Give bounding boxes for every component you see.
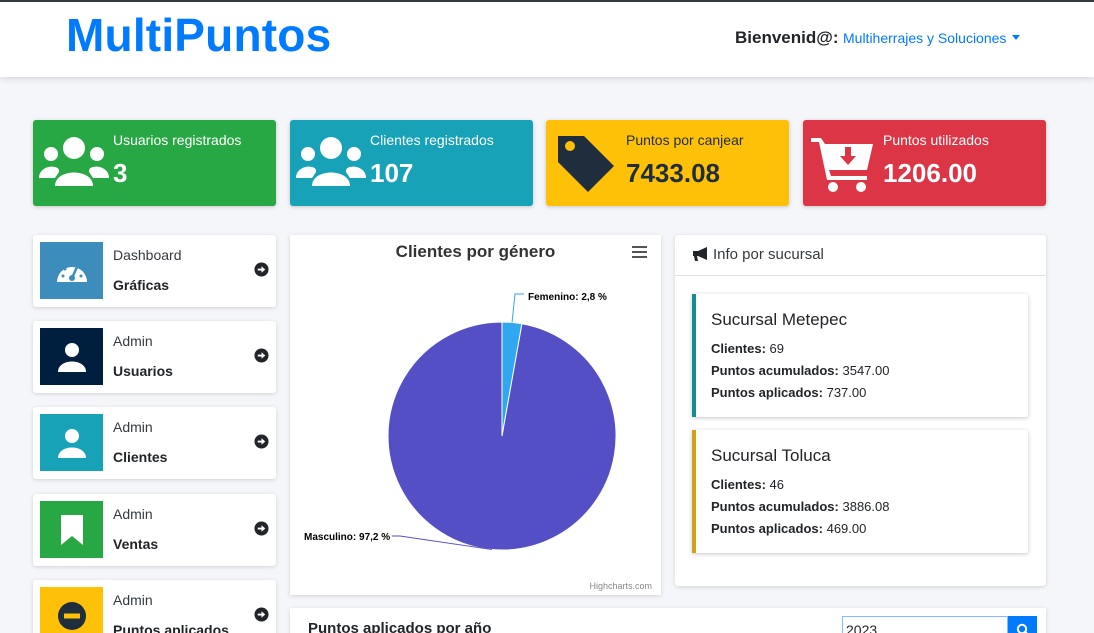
brand-logo[interactable]: MultiPuntos	[66, 8, 331, 62]
stat-value: 7433.08	[626, 158, 720, 188]
tag-icon	[558, 136, 614, 192]
users-icon	[296, 137, 366, 186]
chart-credits[interactable]: Highcharts.com	[589, 581, 652, 591]
arrow-circle-right-icon[interactable]	[254, 348, 269, 363]
stat-box-clientes: Clientes registrados 107	[290, 120, 533, 206]
user-name: Multiherrajes y Soluciones	[843, 30, 1007, 46]
bullhorn-icon	[693, 247, 707, 261]
icon-box	[40, 328, 103, 385]
minus-circle-icon	[57, 601, 86, 630]
card-title: Puntos aplicados por año	[308, 620, 492, 633]
branch-card-metepec: Sucursal Metepec Clientes: 69 Puntos acu…	[692, 294, 1028, 417]
menu-card-top: Admin	[113, 506, 153, 522]
stat-label: Puntos utilizados	[883, 132, 989, 148]
menu-card-bottom: Clientes	[113, 449, 168, 465]
icon-box	[40, 587, 103, 633]
branch-puntos-aplicados: Puntos aplicados: 737.00	[711, 385, 867, 400]
icon-box	[40, 242, 103, 299]
info-card-header: Info por sucursal	[675, 235, 1046, 276]
user-icon	[57, 342, 86, 372]
menu-card-ventas[interactable]: Admin Ventas	[33, 494, 276, 566]
menu-card-bottom: Ventas	[113, 536, 159, 552]
menu-card-top: Admin	[113, 419, 153, 435]
menu-card-clientes[interactable]: Admin Clientes	[33, 407, 276, 479]
menu-card-top: Admin	[113, 592, 153, 608]
stat-value: 107	[370, 158, 414, 188]
pie-chart: Femenino: 2,8 % Masculino: 97,2 %	[304, 292, 617, 551]
info-sucursal-card: Info por sucursal Sucursal Metepec Clien…	[675, 235, 1046, 586]
stat-box-puntos-utilizados: Puntos utilizados 1206.00	[803, 120, 1046, 206]
stat-box-usuarios: Usuarios registrados 3	[33, 120, 276, 206]
stat-label: Puntos por canjear	[626, 132, 744, 148]
branch-card-toluca: Sucursal Toluca Clientes: 46 Puntos acum…	[692, 430, 1028, 553]
menu-card-graficas[interactable]: Dashboard Gráficas	[33, 235, 276, 307]
user-dropdown[interactable]: Multiherrajes y Soluciones	[843, 30, 1021, 46]
branch-puntos-acumulados: Puntos acumulados: 3886.08	[711, 499, 890, 514]
menu-card-usuarios[interactable]: Admin Usuarios	[33, 321, 276, 393]
stat-value: 1206.00	[883, 158, 977, 188]
icon-box	[40, 501, 103, 558]
cart-download-icon	[811, 138, 873, 192]
branch-clientes: Clientes: 46	[711, 477, 784, 492]
branch-name: Sucursal Metepec	[711, 310, 848, 329]
stat-box-puntos-canjear: Puntos por canjear 7433.08	[546, 120, 789, 206]
menu-card-bottom: Gráficas	[113, 277, 170, 293]
users-icon	[39, 137, 109, 186]
arrow-circle-right-icon[interactable]	[254, 434, 269, 449]
user-icon	[57, 428, 86, 458]
search-button[interactable]	[1008, 616, 1037, 633]
menu-card-top: Dashboard	[113, 247, 182, 263]
pie-data-label: Masculino: 97,2 %	[304, 532, 390, 543]
menu-card-bottom: Puntos aplicados	[113, 622, 229, 633]
branch-accent	[692, 430, 696, 553]
arrow-circle-right-icon[interactable]	[254, 607, 269, 622]
pie-data-label: Femenino: 2,8 %	[528, 292, 607, 303]
pie-connector	[511, 293, 524, 323]
arrow-circle-right-icon[interactable]	[254, 262, 269, 277]
branch-name: Sucursal Toluca	[711, 446, 831, 465]
branch-clientes: Clientes: 69	[711, 341, 784, 356]
chart-card-genero: Clientes por género Femenino: 2,8 % Mascu…	[290, 235, 661, 595]
top-navbar: MultiPuntos Bienvenid@: Multiherrajes y …	[0, 0, 1094, 77]
info-card-title: Info por sucursal	[713, 246, 824, 263]
stat-value: 3	[113, 158, 128, 188]
arrow-circle-right-icon[interactable]	[254, 521, 269, 536]
welcome-label: Bienvenid@:	[735, 28, 839, 47]
branch-puntos-acumulados: Puntos acumulados: 3547.00	[711, 363, 890, 378]
pie-slice-masculino[interactable]	[387, 321, 617, 551]
stat-label: Clientes registrados	[370, 132, 494, 148]
stat-label: Usuarios registrados	[113, 132, 242, 148]
puntos-por-anio-card: Puntos aplicados por año	[290, 608, 1046, 633]
icon-box	[40, 414, 103, 471]
menu-card-bottom: Usuarios	[113, 363, 173, 379]
caret-down-icon	[1012, 35, 1021, 40]
menu-card-puntos-aplicados[interactable]: Admin Puntos aplicados	[33, 580, 276, 633]
menu-card-top: Admin	[113, 333, 153, 349]
branch-puntos-aplicados: Puntos aplicados: 469.00	[711, 521, 867, 536]
year-input[interactable]	[842, 616, 1008, 633]
search-icon	[1016, 623, 1028, 633]
gauge-icon	[56, 263, 87, 282]
branch-accent	[692, 294, 696, 417]
bookmark-icon	[60, 514, 83, 545]
